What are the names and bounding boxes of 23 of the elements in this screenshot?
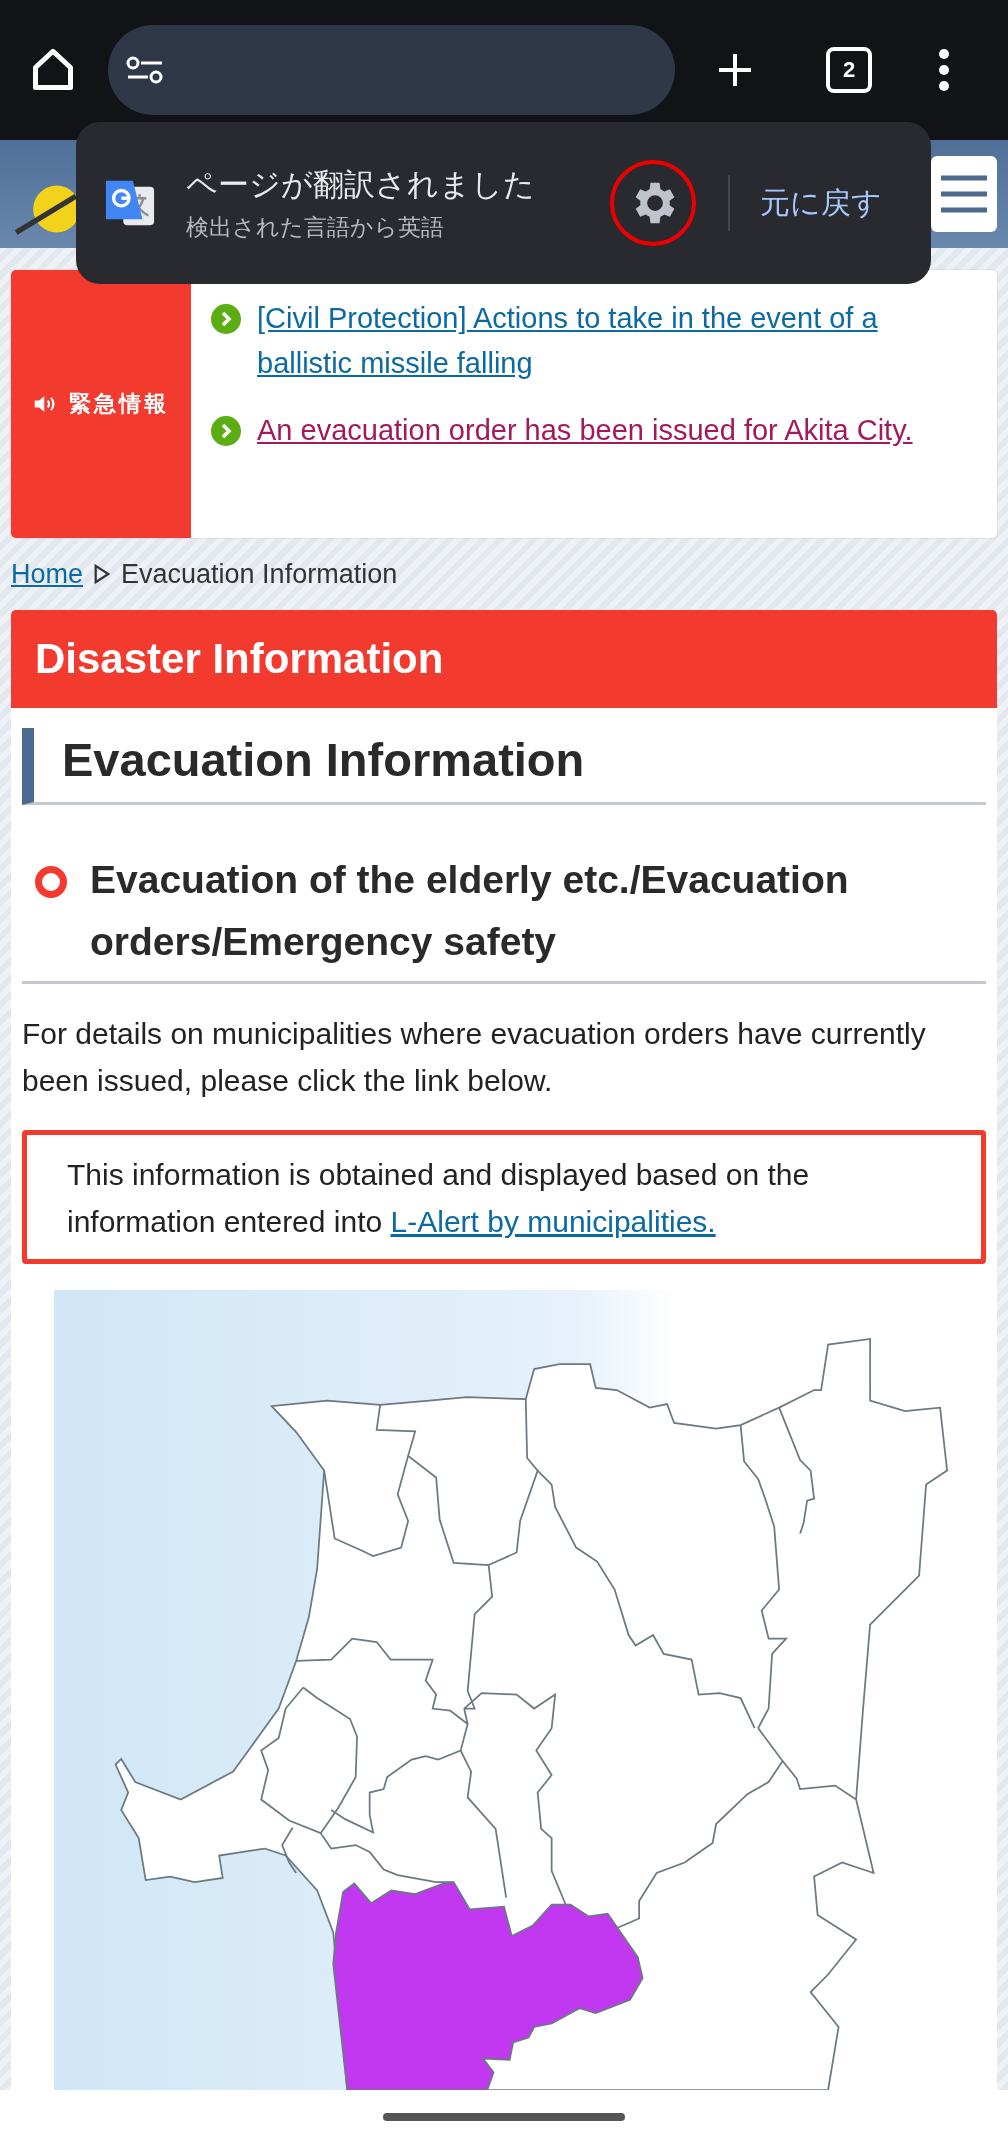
menu-icon <box>939 174 989 214</box>
alert-link[interactable]: An evacuation order has been issued for Akita City. <box>257 408 913 453</box>
intro-text: For details on municipalities where evacuation orders have currently been issued, please click the link below. <box>22 1016 927 1099</box>
notice-text: This information is obtained and displayed based on the information entered into L-Alert by municipalities. <box>22 1130 986 1264</box>
page-title: Evacuation Information <box>22 728 986 805</box>
undo-button[interactable]: 元に戻す <box>760 182 882 224</box>
tab-count-button[interactable]: 2 <box>826 47 872 93</box>
section-banner: Disaster Information <box>11 610 997 708</box>
translate-subtitle: 検出された言語から英語 <box>186 212 445 242</box>
ring-icon <box>34 865 68 899</box>
triangle-icon <box>93 563 112 585</box>
chevron-icon <box>211 304 241 334</box>
notice-link[interactable]: L-Alert by municipalities. <box>390 1205 716 1238</box>
breadcrumb-current: Evacuation Information <box>121 558 398 590</box>
alert-label: 緊急情報 <box>69 390 169 418</box>
chevron-icon <box>211 416 241 446</box>
section-title: Evacuation of the elderly etc./Evacuation orders/Emergency safety <box>90 857 850 965</box>
gesture-handle[interactable] <box>383 2113 625 2121</box>
menu-button[interactable] <box>931 156 997 232</box>
menu-icon[interactable] <box>938 48 950 92</box>
home-link[interactable]: Home <box>11 558 84 590</box>
translate-title: ページが翻訳されました <box>186 165 536 204</box>
alert-link[interactable]: [Civil Protection] Actions to take in the event of a ballistic missile falling <box>257 296 977 386</box>
